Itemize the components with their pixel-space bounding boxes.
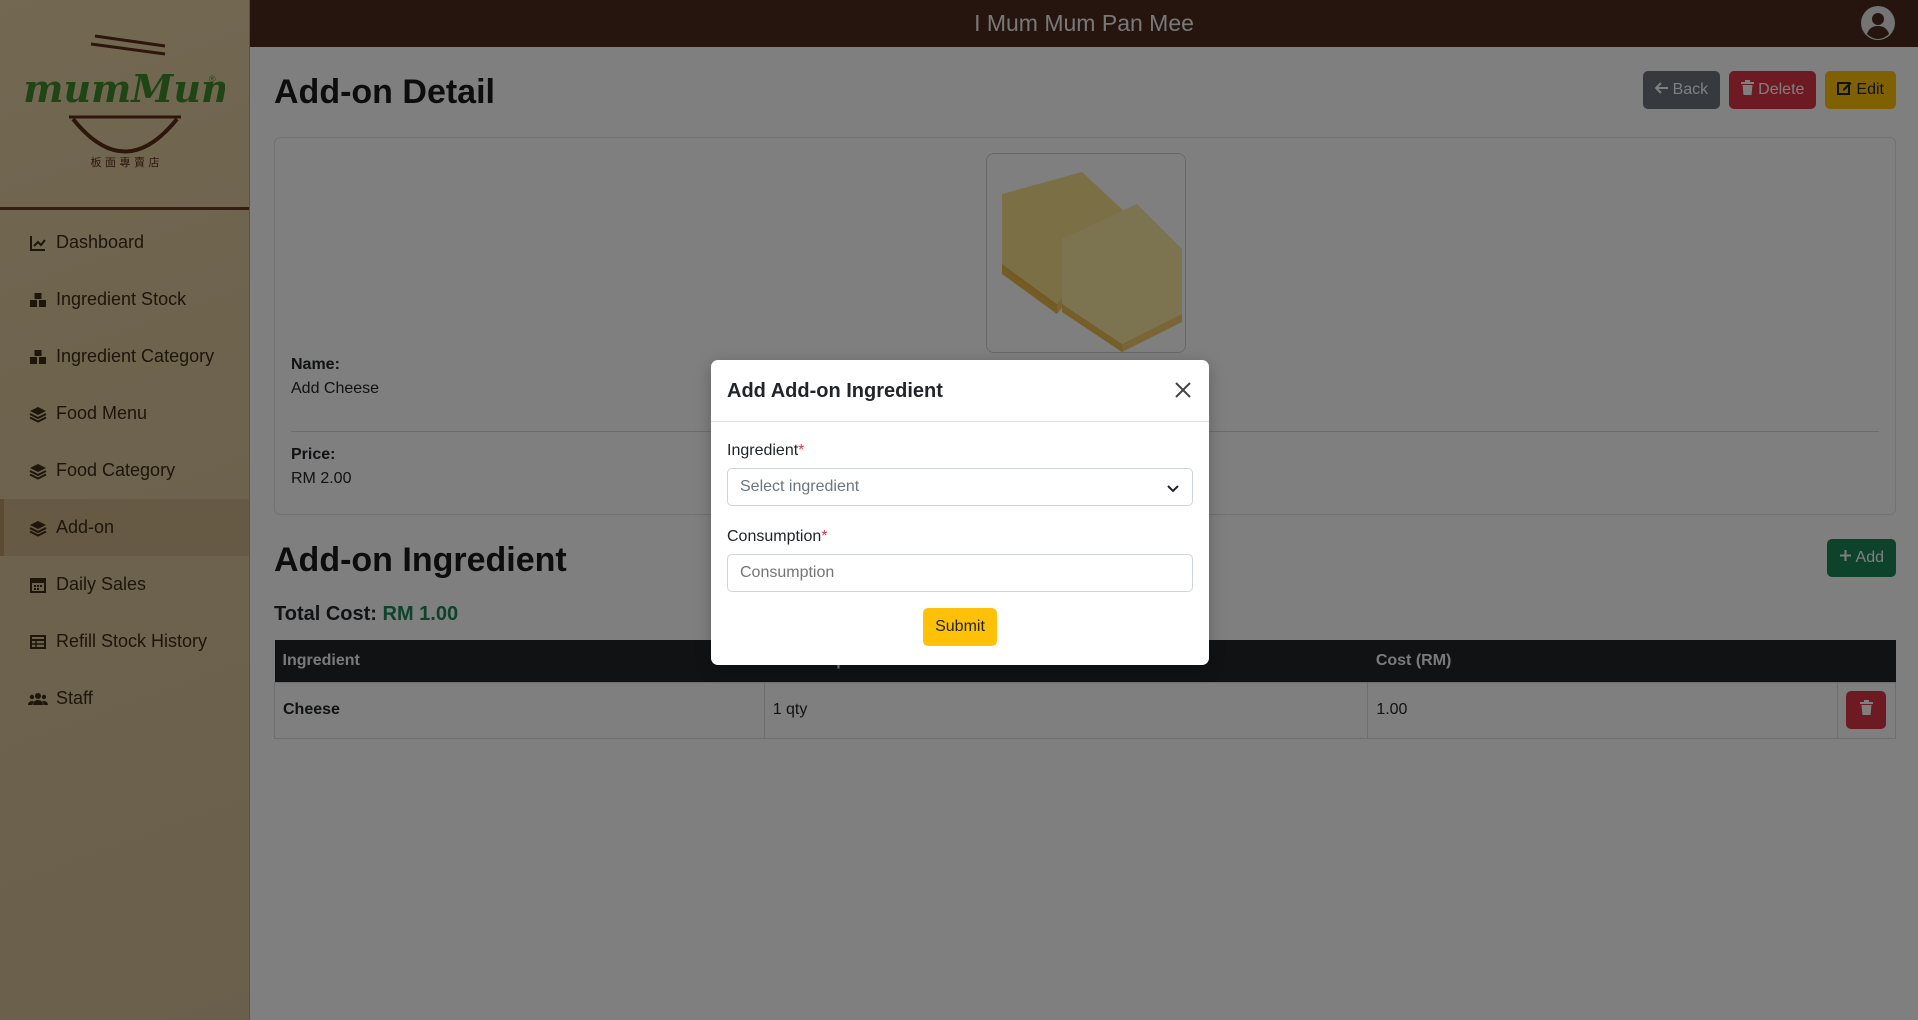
modal-body: Ingredient* Select ingredient Consumptio… [711, 422, 1209, 646]
ingredient-select[interactable]: Select ingredient [727, 468, 1193, 506]
chevron-down-icon [1166, 481, 1180, 495]
ingredient-label-text: Ingredient [727, 442, 799, 459]
required-mark: * [821, 528, 828, 545]
consumption-label-text: Consumption [727, 528, 822, 545]
ingredient-select-value: Select ingredient [740, 478, 860, 495]
consumption-field-label: Consumption* [727, 528, 1193, 546]
modal-title: Add Add-on Ingredient [727, 380, 943, 402]
ingredient-field-label: Ingredient* [727, 442, 1193, 460]
close-icon[interactable] [1173, 380, 1195, 402]
submit-wrap: Submit [727, 608, 1193, 646]
consumption-input[interactable] [727, 554, 1193, 592]
modal-header: Add Add-on Ingredient [711, 360, 1209, 422]
add-ingredient-modal: Add Add-on Ingredient Ingredient* Select… [711, 360, 1209, 665]
submit-button[interactable]: Submit [923, 608, 997, 646]
required-mark: * [798, 442, 805, 459]
